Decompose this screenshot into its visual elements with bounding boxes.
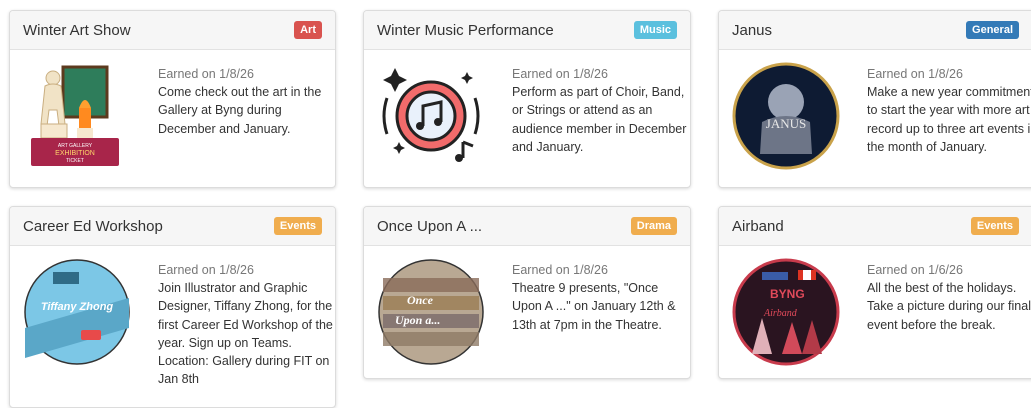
card-title: Winter Music Performance <box>377 21 554 39</box>
card-text: Earned on 1/8/26 Theatre 9 presents, "On… <box>512 261 687 334</box>
art-exhibition-illustration: ART GALLERY EXHIBITION TICKET <box>31 65 119 166</box>
card-description: Make a new year commitment to start the … <box>867 85 1031 154</box>
category-badge-general: General <box>966 21 1019 39</box>
category-badge-events: Events <box>273 217 322 235</box>
earned-date: Earned on 1/8/26 <box>867 67 963 81</box>
earned-date: Earned on 1/8/26 <box>158 263 254 277</box>
byng-text: BYNG <box>770 287 805 301</box>
janus-image-text: JANUS <box>766 116 806 131</box>
card-description: Join Illustrator and Graphic Designer, T… <box>158 281 333 387</box>
earned-date: Earned on 1/8/26 <box>512 67 608 81</box>
card-winter-art-show[interactable]: Winter Art Show Art ART GALLERY EXHIBITI… <box>9 10 336 188</box>
category-badge-drama: Drama <box>630 217 677 235</box>
category-badge-music: Music <box>633 21 677 39</box>
tiffany-zhong-text: Tiffany Zhong <box>41 301 114 313</box>
ticket-line-3: TICKET <box>66 158 84 164</box>
card-header: Once Upon A ... Drama <box>364 207 690 246</box>
card-text: Earned on 1/8/26 Join Illustrator and Gr… <box>158 261 333 388</box>
card-description: Perform as part of Choir, Band, or Strin… <box>512 85 687 154</box>
music-note-icon <box>382 68 480 162</box>
card-header: Airband Events <box>719 207 1031 246</box>
ticket-line-2: EXHIBITION <box>55 150 95 157</box>
card-text: Earned on 1/6/26 All the best of the hol… <box>867 261 1031 334</box>
once-upon-a-bookshelf-photo: Once Upon a... <box>378 259 484 365</box>
airband-text: Airband <box>763 308 798 319</box>
airband-stage-photo: BYNG Airband <box>732 258 840 366</box>
card-text: Earned on 1/8/26 Perform as part of Choi… <box>512 65 687 156</box>
card-winter-music-performance[interactable]: Winter Music Performance Music Earned on… <box>363 10 691 188</box>
card-header: Winter Music Performance Music <box>364 11 690 50</box>
card-header: Janus General <box>719 11 1031 50</box>
upon-a-text: Upon a... <box>395 313 440 327</box>
card-janus[interactable]: Janus General JANUS Earned on 1/8/26 Mak… <box>718 10 1031 188</box>
card-header: Winter Art Show Art <box>10 11 335 50</box>
card-title: Winter Art Show <box>23 21 131 39</box>
janus-statue-photo: JANUS <box>732 62 840 170</box>
card-description: Theatre 9 presents, "Once Upon A ..." on… <box>512 281 676 332</box>
card-airband[interactable]: Airband Events BYNG Airband Earned on 1/… <box>718 206 1031 379</box>
card-description: Come check out the art in the Gallery at… <box>158 85 322 136</box>
category-badge-art: Art <box>294 21 322 39</box>
earned-date: Earned on 1/8/26 <box>158 67 254 81</box>
card-title: Career Ed Workshop <box>23 217 163 235</box>
card-title: Airband <box>732 217 784 235</box>
earned-date: Earned on 1/8/26 <box>512 263 608 277</box>
tiffany-zhong-illustration: Tiffany Zhong <box>24 259 130 365</box>
card-career-ed-workshop[interactable]: Career Ed Workshop Events Tiffany Zhong … <box>9 206 336 408</box>
ticket-line-1: ART GALLERY <box>58 143 93 149</box>
card-title: Once Upon A ... <box>377 217 483 235</box>
card-header: Career Ed Workshop Events <box>10 207 335 246</box>
card-text: Earned on 1/8/26 Come check out the art … <box>158 65 333 138</box>
category-badge-events: Events <box>970 217 1019 235</box>
earned-date: Earned on 1/6/26 <box>867 263 963 277</box>
card-title: Janus <box>732 21 773 39</box>
once-text: Once <box>407 293 434 307</box>
card-description: All the best of the holidays. Take a pic… <box>867 281 1031 332</box>
card-once-upon-a[interactable]: Once Upon A ... Drama Once Upon a... Ear… <box>363 206 691 379</box>
card-text: Earned on 1/8/26 Make a new year commitm… <box>867 65 1031 156</box>
